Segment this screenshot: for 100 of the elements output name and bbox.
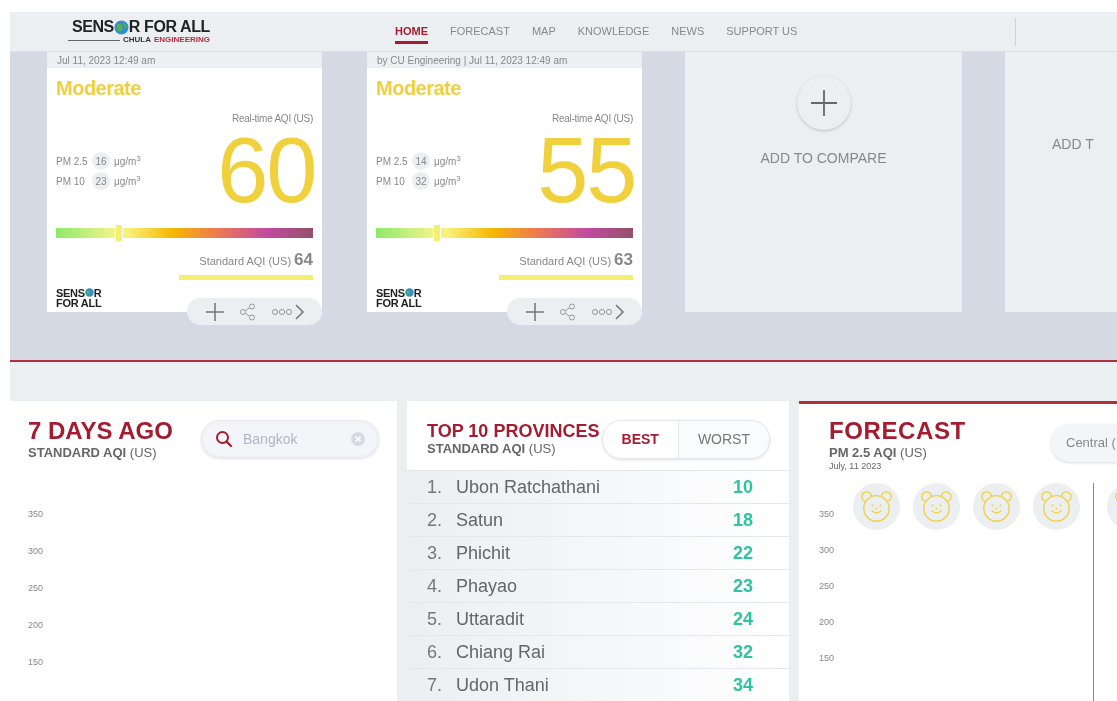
axis-tick: 150 (28, 657, 45, 669)
bear-face-icon (973, 482, 1020, 530)
aqi-label: Real-time AQI (US) (551, 112, 633, 126)
panel-title: 7 DAYS AGO (28, 419, 173, 443)
pm-unit: μg/m$^{3}$ (114, 153, 141, 169)
standard-aqi-value: 64 (294, 249, 313, 271)
dropdown-value: Central ( (1066, 434, 1116, 453)
province-name: Chiang Rai (456, 640, 547, 664)
search-field[interactable]: Bangkok (201, 420, 379, 458)
province-rank: 1. (427, 475, 443, 499)
province-rank: 3. (427, 541, 443, 565)
region-dropdown[interactable]: Central ( (1051, 424, 1117, 462)
bear-face-icon (913, 482, 960, 530)
province-name: Ubon Ratchathani (456, 475, 602, 499)
pm-unit: μg/m$^{3}$ (434, 153, 461, 169)
axis-tick: 300 (28, 546, 45, 558)
province-row[interactable]: 2. Satun 18 (407, 503, 789, 536)
nav-link[interactable]: FORECAST (450, 19, 510, 44)
nav-link[interactable]: HOME (395, 19, 428, 44)
toggle-option[interactable]: BEST (602, 421, 678, 458)
logo-subtext: ENGINEERING (154, 36, 210, 44)
search-icon (215, 430, 233, 448)
province-name: Satun (456, 508, 505, 532)
province-aqi: 10 (732, 475, 753, 499)
province-row[interactable]: 3. Phichit 22 (407, 536, 789, 569)
nav-link[interactable]: KNOWLEDGE (577, 19, 650, 44)
nav-link[interactable]: SUPPORT US (726, 19, 798, 44)
nav-link[interactable]: MAP (531, 19, 556, 44)
compare-label: ADD TO COMPARE (760, 149, 887, 168)
pm-value: 16 (92, 152, 110, 170)
aqi-label: Real-time AQI (US) (231, 112, 313, 126)
clear-icon[interactable] (351, 432, 365, 446)
province-rank: 5. (427, 607, 443, 631)
province-row[interactable]: 4. Phayao 23 (407, 569, 789, 602)
pm-unit: μg/m$^{3}$ (434, 173, 461, 189)
axis-tick: 350 (28, 509, 45, 521)
bear-face-icon (1033, 482, 1080, 530)
pm-value: 14 (412, 152, 430, 170)
share-icon[interactable] (558, 302, 577, 321)
pm-value: 32 (412, 172, 430, 190)
toggle-option[interactable]: WORST (677, 421, 769, 458)
axis-tick: 350 (819, 508, 836, 520)
province-rank: 4. (427, 574, 443, 598)
more-icon[interactable] (270, 302, 305, 321)
axis-tick: 200 (28, 620, 45, 632)
compare-label: ADD T (1052, 135, 1094, 154)
share-icon[interactable] (238, 302, 257, 321)
panel-subtitle: STANDARD AQI (US) (427, 441, 557, 458)
station-byline: by CU Engineering | Jul 11, 2023 12:49 am (377, 53, 568, 68)
province-name: Udon Thani (456, 673, 550, 697)
axis-tick: 250 (819, 580, 836, 592)
logo-text: R FOR ALL (128, 19, 210, 35)
province-row[interactable]: 7. Udon Thani 34 (407, 668, 789, 701)
province-name: Phayao (456, 574, 519, 598)
aqi-category: Moderate (376, 78, 462, 98)
more-icon[interactable] (590, 302, 625, 321)
add-button[interactable] (796, 76, 851, 130)
standard-aqi-label: Standard AQI (US) (519, 254, 612, 269)
pm-label: PM 2.5 (376, 154, 408, 169)
province-aqi: 23 (732, 574, 753, 598)
plus-icon[interactable] (524, 301, 545, 322)
province-aqi: 32 (732, 640, 753, 664)
plus-icon (809, 89, 838, 117)
province-row[interactable]: 1. Ubon Ratchathani 10 (407, 470, 789, 503)
logo-subtext: CHULA (123, 36, 151, 44)
province-name: Phichit (456, 541, 512, 565)
pm-label: PM 10 (376, 174, 406, 189)
province-aqi: 22 (732, 541, 753, 565)
panel-subtitle: STANDARD AQI (US) (28, 445, 158, 462)
province-rank: 2. (427, 508, 443, 532)
axis-tick: 250 (28, 583, 45, 595)
standard-aqi-value: 63 (614, 249, 633, 271)
aqi-value: 55 (537, 124, 635, 216)
pm-unit: μg/m$^{3}$ (114, 173, 141, 189)
axis-tick: 150 (819, 652, 836, 664)
panel-subtitle: PM 2.5 AQI (US) (829, 445, 928, 462)
nav-link[interactable]: NEWS (671, 19, 705, 44)
axis-tick: 300 (819, 544, 836, 556)
province-aqi: 24 (732, 607, 753, 631)
standard-aqi-label: Standard AQI (US) (199, 254, 292, 269)
globe-icon (113, 19, 129, 35)
panel-title: FORECAST (829, 419, 967, 443)
province-rank: 6. (427, 640, 443, 664)
logo[interactable]: SENS R FOR ALL CHULA ENGINEERING (68, 19, 210, 44)
province-row[interactable]: 5. Uttaradit 24 (407, 602, 789, 635)
logo-text: SENS (71, 19, 114, 35)
province-name: Uttaradit (456, 607, 526, 631)
station-byline: Jul 11, 2023 12:49 am (57, 53, 156, 68)
province-aqi: 34 (732, 673, 753, 697)
pm-label: PM 10 (56, 174, 86, 189)
aqi-value: 60 (217, 124, 315, 216)
pm-value: 23 (92, 172, 110, 190)
bear-face-icon (853, 482, 900, 530)
aqi-category: Moderate (56, 78, 142, 98)
province-row[interactable]: 6. Chiang Rai 32 (407, 635, 789, 668)
province-aqi: 18 (732, 508, 753, 532)
panel-title: TOP 10 PROVINCES (427, 422, 600, 440)
plus-icon[interactable] (204, 301, 225, 322)
province-rank: 7. (427, 673, 443, 697)
pm-label: PM 2.5 (56, 154, 88, 169)
